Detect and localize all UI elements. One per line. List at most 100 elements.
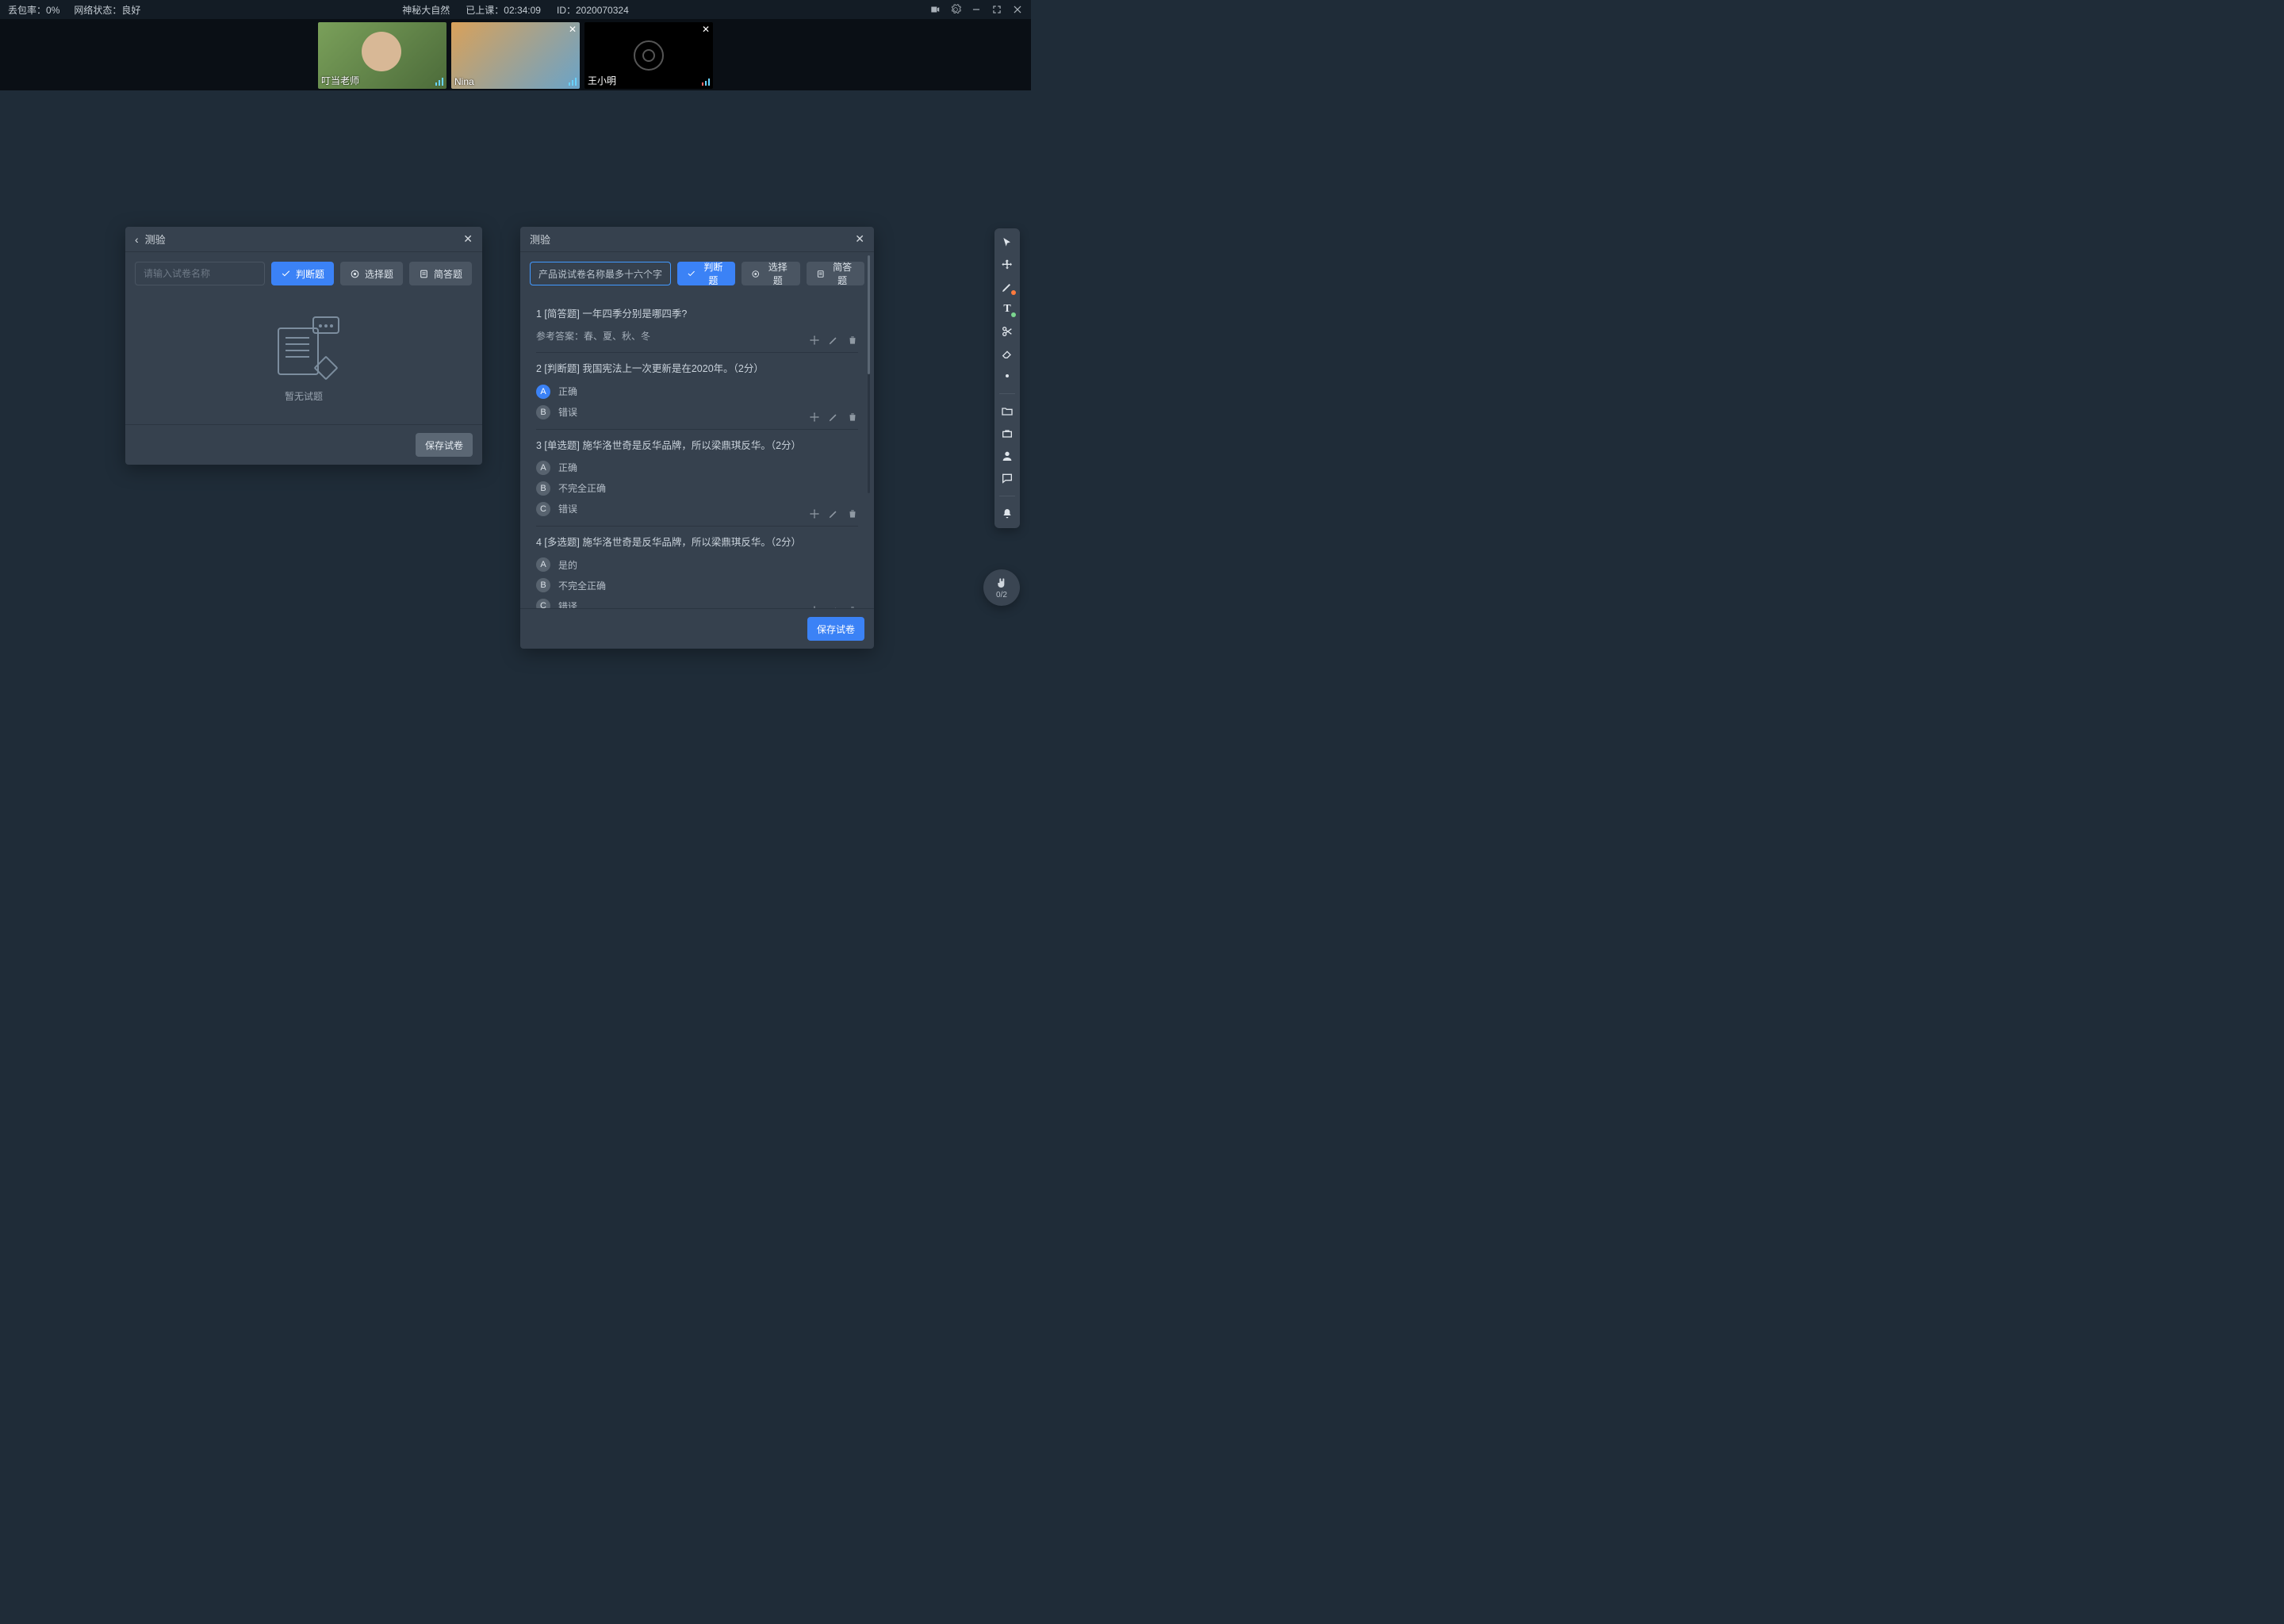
back-icon[interactable]: ‹: [135, 233, 139, 246]
question-option[interactable]: A 正确: [536, 385, 858, 399]
tile-close-icon[interactable]: ✕: [569, 24, 577, 35]
edit-question-icon[interactable]: [828, 335, 839, 346]
add-select-button[interactable]: 选择题: [742, 262, 799, 285]
pen-tool-icon[interactable]: [999, 279, 1015, 295]
delete-question-icon[interactable]: [847, 335, 858, 346]
video-tile-student[interactable]: ✕ Nina: [451, 22, 580, 89]
quiz-name-display[interactable]: 产品说试卷名称最多十六个字: [530, 262, 671, 285]
scrollbar[interactable]: [868, 255, 870, 493]
text-tool-icon[interactable]: T: [999, 301, 1015, 317]
question-title: 1 [简答题] 一年四季分别是哪四季?: [536, 306, 858, 323]
option-badge: C: [536, 502, 550, 516]
option-label: 不完全正确: [558, 579, 606, 592]
option-badge: C: [536, 599, 550, 608]
scissors-tool-icon[interactable]: [999, 324, 1015, 339]
edit-question-icon[interactable]: [828, 605, 839, 608]
panel-title: 测验: [530, 232, 550, 247]
option-badge: B: [536, 481, 550, 496]
edit-question-icon[interactable]: [828, 412, 839, 423]
move-question-icon[interactable]: [809, 508, 820, 519]
participant-name: 王小明: [588, 74, 616, 87]
add-judge-button[interactable]: 判断题: [271, 262, 334, 285]
folder-tool-icon[interactable]: [999, 404, 1015, 419]
laser-tool-icon[interactable]: [999, 368, 1015, 384]
option-label: 错误: [558, 502, 577, 515]
question-list[interactable]: 1 [简答题] 一年四季分别是哪四季?参考答案：春、夏、秋、冬2 [判断题] 我…: [520, 295, 874, 608]
hand-count: 0/2: [996, 591, 1007, 599]
mic-level-icon: [702, 79, 710, 86]
move-question-icon[interactable]: [809, 412, 820, 423]
question-option[interactable]: A 正确: [536, 461, 858, 475]
add-short-button[interactable]: 简答题: [409, 262, 472, 285]
option-label: 错误: [558, 405, 577, 419]
whiteboard-toolbar: T: [994, 228, 1020, 528]
camera-off-icon: [634, 40, 664, 71]
option-label: 不完全正确: [558, 481, 606, 495]
question-title: 2 [判断题] 我国宪法上一次更新是在2020年。（2分）: [536, 361, 858, 377]
toolbar-separator: [999, 393, 1015, 394]
empty-text: 暂无试题: [285, 389, 323, 403]
session-id: ID：2020070324: [557, 3, 629, 17]
question-item: 4 [多选题] 施华洛世奇是反华品牌，所以梁鼎琪反华。（2分） A 是的 B 不完全正确…: [536, 527, 858, 608]
question-item: 2 [判断题] 我国宪法上一次更新是在2020年。（2分） A 正确 B 错误: [536, 353, 858, 429]
elapsed-time: 已上课：02:34:09: [466, 3, 541, 17]
move-tool-icon[interactable]: [999, 257, 1015, 273]
chat-tool-icon[interactable]: [999, 470, 1015, 486]
option-label: 是的: [558, 558, 577, 572]
hand-raise-counter[interactable]: 0/2: [983, 569, 1020, 606]
top-status-bar: 丢包率：0% 网络状态：良好 神秘大自然 已上课：02:34:09 ID：202…: [0, 0, 1031, 19]
bell-tool-icon[interactable]: [999, 506, 1015, 522]
add-select-button[interactable]: 选择题: [340, 262, 403, 285]
minimize-icon[interactable]: [971, 4, 982, 15]
video-tile-teacher[interactable]: 叮当老师: [318, 22, 446, 89]
option-label: 正确: [558, 385, 577, 398]
quiz-panel-empty: ‹ 测验 ✕ 判断题 选择题 简答题 暂无试题 保存试卷: [125, 227, 482, 465]
option-label: 错译: [558, 599, 577, 609]
question-title: 4 [多选题] 施华洛世奇是反华品牌，所以梁鼎琪反华。（2分）: [536, 534, 858, 551]
tile-close-icon[interactable]: ✕: [702, 24, 710, 35]
question-option[interactable]: A 是的: [536, 557, 858, 572]
fullscreen-icon[interactable]: [991, 4, 1002, 15]
delete-question-icon[interactable]: [847, 412, 858, 423]
delete-question-icon[interactable]: [847, 605, 858, 608]
user-tool-icon[interactable]: [999, 448, 1015, 464]
participant-name: 叮当老师: [321, 74, 359, 87]
move-question-icon[interactable]: [809, 335, 820, 346]
participant-name: Nina: [454, 76, 474, 87]
option-badge: A: [536, 461, 550, 475]
option-label: 正确: [558, 461, 577, 474]
question-item: 1 [简答题] 一年四季分别是哪四季?参考答案：春、夏、秋、冬: [536, 298, 858, 353]
question-option[interactable]: B 不完全正确: [536, 481, 858, 496]
move-question-icon[interactable]: [809, 605, 820, 608]
option-badge: A: [536, 557, 550, 572]
add-short-button[interactable]: 简答题: [807, 262, 864, 285]
save-quiz-button[interactable]: 保存试卷: [416, 433, 473, 457]
settings-icon[interactable]: [950, 4, 961, 15]
save-quiz-button[interactable]: 保存试卷: [807, 617, 864, 641]
toolbox-icon[interactable]: [999, 426, 1015, 442]
mic-level-icon: [569, 78, 577, 86]
network-status: 网络状态：良好: [74, 3, 140, 17]
option-badge: B: [536, 405, 550, 419]
question-item: 3 [单选题] 施华洛世奇是反华品牌，所以梁鼎琪反华。（2分） A 正确 B 不完全正确…: [536, 430, 858, 527]
panel-close-icon[interactable]: ✕: [463, 232, 473, 246]
quiz-panel-editor: 测验 ✕ 产品说试卷名称最多十六个字 判断题 选择题 简答题 1 [简答题] 一…: [520, 227, 874, 649]
cursor-tool-icon[interactable]: [999, 235, 1015, 251]
quiz-name-input[interactable]: [135, 262, 265, 285]
camera-toggle-icon[interactable]: [929, 4, 941, 15]
delete-question-icon[interactable]: [847, 508, 858, 519]
option-badge: A: [536, 385, 550, 399]
question-title: 3 [单选题] 施华洛世奇是反华品牌，所以梁鼎琪反华。（2分）: [536, 438, 858, 454]
eraser-tool-icon[interactable]: [999, 346, 1015, 362]
video-tile-student[interactable]: ✕ 王小明: [584, 22, 713, 89]
panel-close-icon[interactable]: ✕: [855, 232, 864, 246]
question-option[interactable]: B 不完全正确: [536, 578, 858, 592]
empty-illustration-icon: [268, 316, 339, 380]
option-badge: B: [536, 578, 550, 592]
edit-question-icon[interactable]: [828, 508, 839, 519]
mic-level-icon: [435, 78, 443, 86]
course-title: 神秘大自然: [402, 3, 450, 17]
panel-title: 测验: [145, 232, 166, 247]
add-judge-button[interactable]: 判断题: [677, 262, 735, 285]
close-window-icon[interactable]: [1012, 4, 1023, 15]
